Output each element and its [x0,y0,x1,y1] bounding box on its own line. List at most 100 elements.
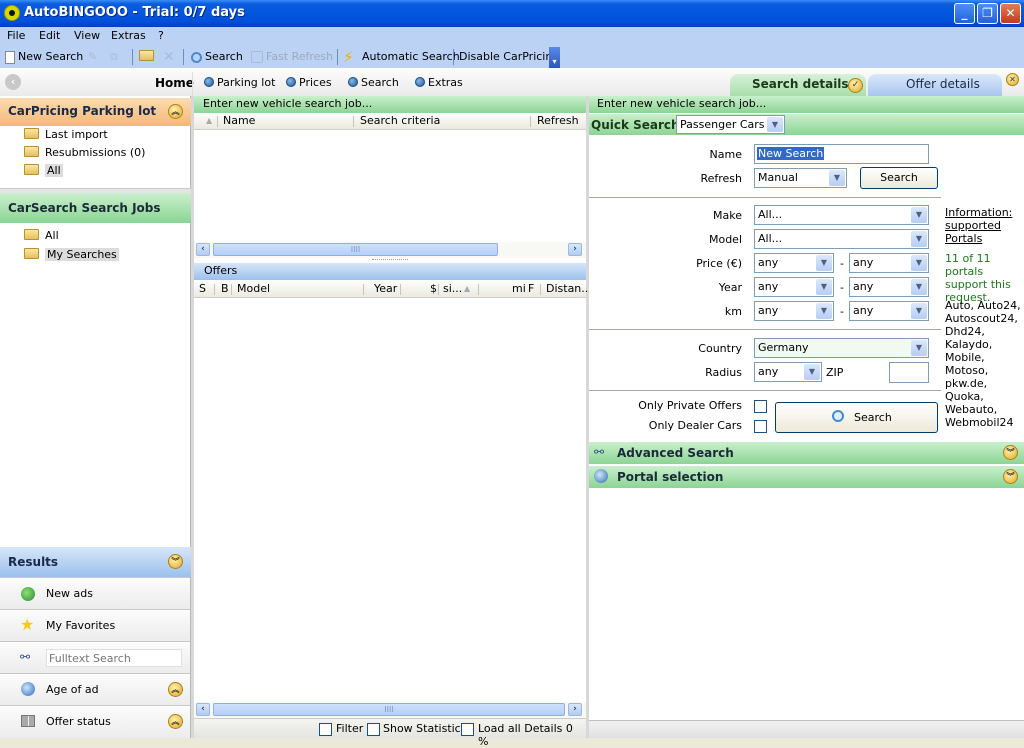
delete-icon[interactable]: ✕ [163,48,175,66]
disable-carpricing-button[interactable]: Disable CarPricing [459,48,559,66]
nav-parking-lot[interactable]: Parking lot [204,76,275,89]
menu-file[interactable]: File [7,29,25,42]
chevron-down-icon: ▼ [911,231,927,247]
tree-label: Resubmissions (0) [45,146,146,159]
scroll-right-arrow[interactable]: › [568,243,582,256]
menu-extras[interactable]: Extras [111,29,146,42]
tree-item-my-searches[interactable]: My Searches [24,248,119,261]
column-model[interactable]: Model [237,281,270,297]
price-min-select[interactable]: any ▼ [754,253,834,273]
tree-item-last-import[interactable]: Last import [24,128,108,141]
column-refresh[interactable]: Refresh [537,113,579,129]
tree-item-jobs-all[interactable]: All [24,229,59,242]
nav-search[interactable]: Search [348,76,399,89]
results-new-ads[interactable]: New ads [0,577,190,609]
country-select[interactable]: Germany ▼ [754,338,929,358]
year-max-select[interactable]: any ▼ [849,277,929,297]
tree-item-resubmissions[interactable]: Resubmissions (0) [24,146,145,159]
filter-checkbox[interactable] [319,723,332,736]
results-age-of-ad[interactable]: Age of ad ︽ [0,673,190,705]
column-search-criteria[interactable]: Search criteria [360,113,440,129]
zip-input[interactable] [889,362,929,383]
edit-icon[interactable]: ✎ [88,48,97,66]
restore-button[interactable]: ❐ [977,3,998,24]
vehicle-type-select[interactable]: Passenger Cars ▼ [676,115,785,134]
name-input[interactable]: New Search [754,144,929,164]
price-max-select[interactable]: any ▼ [849,253,929,273]
menu-edit[interactable]: Edit [39,29,60,42]
search-jobs-header[interactable]: CarSearch Search Jobs [0,193,191,223]
results-offer-status[interactable]: Offer status ︽ [0,705,190,738]
portal-selection-header[interactable]: Portal selection ︾ [589,466,1024,488]
radius-select[interactable]: any ▼ [754,362,822,382]
main-search-button[interactable]: Search [775,402,938,433]
menu-view[interactable]: View [74,29,100,42]
make-select[interactable]: All... ▼ [754,205,929,225]
automatic-search-button[interactable]: ⚡ Automatic Search [343,48,460,66]
column-separator [438,284,439,295]
load-all-details-checkbox[interactable] [461,723,474,736]
column-price[interactable]: $ [430,281,437,297]
only-private-checkbox[interactable] [754,400,767,413]
expand-icon[interactable]: ︾ [1003,469,1018,484]
copy-icon[interactable]: ⧉ [110,48,118,66]
supported-portals-link[interactable]: Information: supported Portals [945,206,1021,245]
back-arrow-icon[interactable]: ‹ [5,74,21,90]
nav-prices[interactable]: Prices [286,76,332,89]
show-statistics-checkbox[interactable] [367,723,380,736]
minimize-button[interactable]: _ [954,3,975,24]
column-name[interactable]: Name [223,113,255,129]
tree-item-parking-all[interactable]: All [24,164,63,177]
clock-icon [21,682,35,696]
close-tab-icon[interactable]: ✕ [1006,73,1019,86]
column-year[interactable]: Year [374,281,397,297]
collapse-icon[interactable]: ︽ [168,714,183,729]
expand-icon[interactable]: ︾ [1003,445,1018,460]
make-value: All... [758,208,783,221]
collapse-icon[interactable]: ︽ [168,682,183,697]
jobs-pane-header[interactable]: Enter new vehicle search job... [194,96,586,113]
results-my-favorites[interactable]: ★ My Favorites [0,609,190,641]
fulltext-search-input[interactable] [46,649,182,667]
toolbar-overflow-button[interactable]: ▾ [549,47,560,68]
results-header[interactable]: Results ︾ [0,547,191,577]
column-s[interactable]: S [199,281,206,297]
tab-offer-details[interactable]: Offer details [868,74,1002,96]
new-search-button[interactable]: New Search [5,48,83,66]
column-distance[interactable]: Distan... [546,281,592,297]
tab-search-details[interactable]: Search details ✓ [730,74,866,96]
menu-help[interactable]: ? [158,29,164,42]
open-folder-button[interactable] [139,48,160,66]
column-mi[interactable]: mi [512,281,526,297]
close-button[interactable]: ✕ [1000,3,1021,24]
column-f[interactable]: F [528,281,534,297]
column-si[interactable]: si... [443,281,462,297]
scroll-left-arrow[interactable]: ‹ [196,703,210,716]
refresh-select[interactable]: Manual ▼ [754,168,847,188]
nav-divider [192,72,193,96]
km-max-select[interactable]: any ▼ [849,301,929,321]
scroll-left-arrow[interactable]: ‹ [196,243,210,256]
only-dealer-checkbox[interactable] [754,420,767,433]
model-select[interactable]: All... ▼ [754,229,929,249]
nav-home[interactable]: Home [155,76,194,90]
nav-extras[interactable]: Extras [415,76,463,89]
search-button-small[interactable]: Search [860,167,938,189]
year-min-select[interactable]: any ▼ [754,277,834,297]
scroll-right-arrow[interactable]: › [568,703,582,716]
parking-lot-header[interactable]: CarPricing Parking lot ︽ [0,98,191,126]
scroll-thumb[interactable]: IIII [213,243,498,256]
search-button[interactable]: Search [191,48,243,66]
advanced-search-header[interactable]: ⚯ Advanced Search ︾ [589,442,1024,464]
km-min-select[interactable]: any ▼ [754,301,834,321]
offers-horizontal-scrollbar[interactable]: ‹ IIII › [194,702,586,718]
show-statistics-label: Show Statistics [383,722,467,735]
collapse-icon[interactable]: ︽ [168,104,183,119]
search-details-pane: Enter new vehicle search job... Quick Se… [589,96,1024,738]
jobs-horizontal-scrollbar[interactable]: ‹ IIII › [194,242,586,258]
scroll-thumb[interactable]: IIII [213,703,565,716]
splitter-grip[interactable] [372,259,408,261]
column-b[interactable]: B [221,281,229,297]
expand-icon[interactable]: ︾ [168,554,183,569]
fast-refresh-button[interactable]: Fast Refresh [251,48,333,66]
